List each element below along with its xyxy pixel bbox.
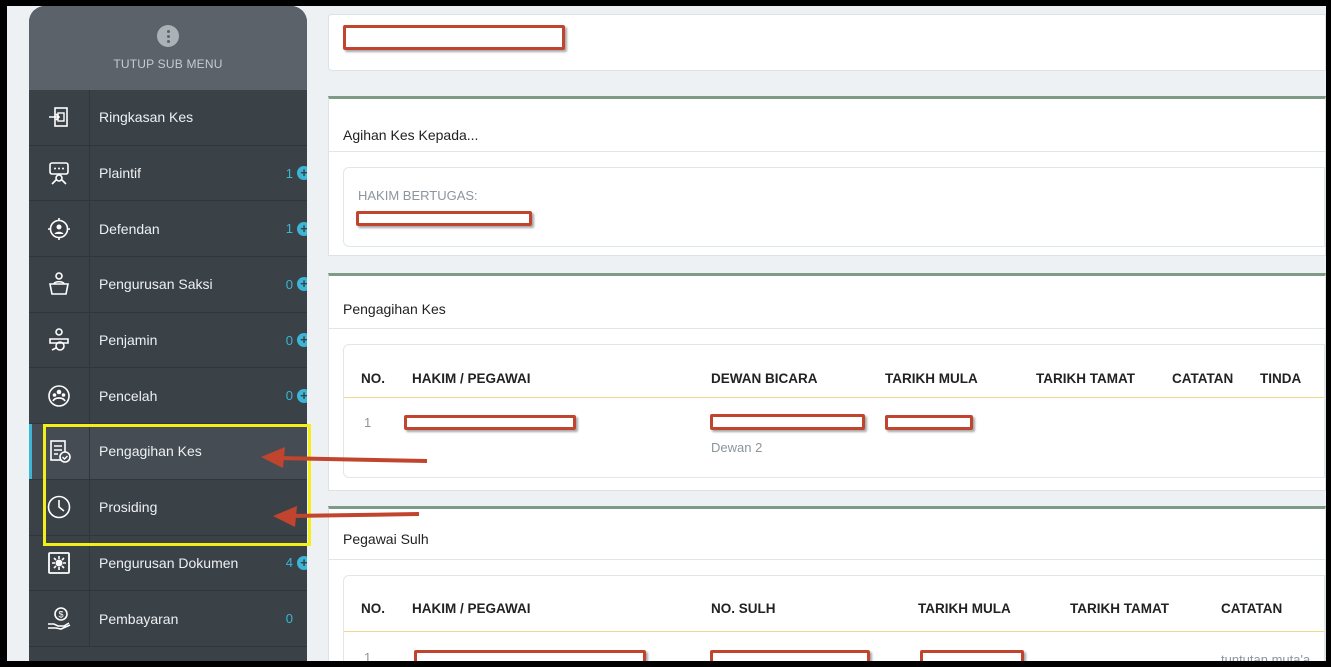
sidebar-item-label: Ringkasan Kes — [99, 109, 194, 126]
sidebar-item-count: 1 — [285, 165, 293, 181]
more-vertical-icon — [157, 25, 179, 47]
sidebar-item-count: 0 — [285, 388, 293, 404]
sidebar-item-count: 0 — [285, 332, 293, 348]
row-catatan: tuntutan muta'a — [1221, 652, 1311, 661]
redacted-hakim-name — [356, 211, 532, 226]
sidebar-item-pembayaran[interactable]: $ Pembayaran 0 — [29, 591, 307, 647]
arrow-annotation-1 — [261, 447, 428, 468]
witness-icon — [29, 257, 90, 312]
payment-icon: $ — [29, 591, 90, 646]
sulh-panel: Pegawai Sulh NO. HAKIM / PEGAWAI NO. SUL… — [328, 506, 1326, 661]
redacted-tarikh-mula — [885, 415, 973, 430]
app-window: TUTUP SUB MENU Ringkasan Kes Plaintif 1 + De… — [7, 6, 1326, 661]
arrow-annotation-2 — [273, 506, 420, 527]
col-tarikh-tamat: TARIKH TAMAT — [1070, 601, 1169, 616]
guarantor-icon — [29, 312, 90, 368]
redacted-tarikh — [920, 650, 1024, 661]
col-tarikh-tamat: TARIKH TAMAT — [1036, 371, 1135, 386]
col-no-sulh: NO. SULH — [711, 601, 776, 616]
close-submenu-button[interactable]: TUTUP SUB MENU — [29, 6, 307, 90]
sulh-table: NO. HAKIM / PEGAWAI NO. SULH TARIKH MULA… — [343, 575, 1325, 661]
hakim-bertugas-label: HAKIM BERTUGAS: — [358, 188, 478, 203]
defendant-icon — [29, 201, 90, 257]
sidebar-item-plaintif[interactable]: Plaintif 1 + — [29, 145, 307, 202]
row-dewan: Dewan 2 — [711, 440, 763, 455]
add-icon[interactable]: + — [297, 277, 307, 292]
sidebar-item-label: Pengurusan Dokumen — [99, 554, 239, 571]
sidebar-item-defendan[interactable]: Defendan 1 + — [29, 201, 307, 258]
hakim-bertugas-box: HAKIM BERTUGAS: — [343, 167, 1325, 247]
add-icon[interactable]: + — [297, 333, 307, 348]
sidebar-item-count: 0 — [285, 276, 293, 292]
add-icon[interactable]: + — [297, 388, 307, 403]
col-tarikh-mula: TARIKH MULA — [885, 371, 978, 386]
row-no: 1 — [364, 415, 372, 430]
col-no: NO. — [361, 601, 386, 616]
sidebar-item-pencelah[interactable]: Pencelah 0 + — [29, 368, 307, 425]
row-no: 1 — [364, 650, 372, 661]
col-catatan: CATATAN — [1172, 371, 1234, 386]
svg-text:$: $ — [59, 609, 64, 619]
add-icon[interactable]: + — [297, 555, 307, 570]
case-header-panel — [328, 14, 1326, 71]
sidebar-item-count: 4 — [285, 555, 293, 571]
pengagihan-title: Pengagihan Kes — [343, 301, 446, 317]
agihan-title: Agihan Kes Kepada... — [343, 127, 479, 143]
sulh-title: Pegawai Sulh — [343, 531, 429, 547]
add-icon[interactable]: + — [297, 221, 307, 236]
col-hakim: HAKIM / PEGAWAI — [412, 601, 531, 616]
redacted-dewan — [710, 414, 865, 430]
sidebar-item-penjamin[interactable]: Penjamin 0 + — [29, 312, 307, 369]
col-hakim: HAKIM / PEGAWAI — [412, 371, 531, 386]
col-no: NO. — [361, 371, 386, 386]
sidebar-item-label: Pencelah — [99, 387, 158, 404]
pengagihan-panel: Pengagihan Kes NO. HAKIM / PEGAWAI DEWAN… — [328, 273, 1326, 491]
sidebar-item-label: Penjamin — [99, 332, 158, 349]
sidebar: TUTUP SUB MENU Ringkasan Kes Plaintif 1 + De… — [29, 6, 307, 661]
redacted-no-sulh — [710, 650, 870, 661]
plaintiff-icon — [29, 145, 90, 201]
sidebar-item-ringkasan-kes[interactable]: Ringkasan Kes — [29, 90, 307, 146]
col-catatan: CATATAN — [1221, 601, 1283, 616]
sidebar-item-label: Pembayaran — [99, 610, 179, 627]
intervener-icon — [29, 368, 90, 424]
redacted-hakim — [404, 415, 576, 430]
main-content: Agihan Kes Kepada... HAKIM BERTUGAS: Pen… — [328, 6, 1326, 661]
sidebar-item-pengurusan-saksi[interactable]: Pengurusan Saksi 0 + — [29, 257, 307, 313]
sidebar-item-label: Pengurusan Saksi — [99, 276, 213, 293]
col-dewan: DEWAN BICARA — [711, 371, 818, 386]
sidebar-item-count: 1 — [285, 221, 293, 237]
col-tindakan: TINDA — [1260, 371, 1302, 386]
redacted-case-title — [343, 25, 565, 50]
case-summary-icon — [29, 90, 90, 145]
redacted-hakim — [414, 650, 646, 661]
agihan-panel: Agihan Kes Kepada... HAKIM BERTUGAS: — [328, 96, 1326, 256]
sidebar-item-count: 0 — [285, 611, 293, 627]
sidebar-item-label: Plaintif — [99, 165, 142, 182]
col-tarikh-mula: TARIKH MULA — [918, 601, 1011, 616]
add-icon[interactable]: + — [297, 166, 307, 181]
pengagihan-table: NO. HAKIM / PEGAWAI DEWAN BICARA TARIKH … — [343, 344, 1325, 478]
close-submenu-label: TUTUP SUB MENU — [113, 57, 223, 71]
sidebar-item-label: Defendan — [99, 220, 160, 237]
